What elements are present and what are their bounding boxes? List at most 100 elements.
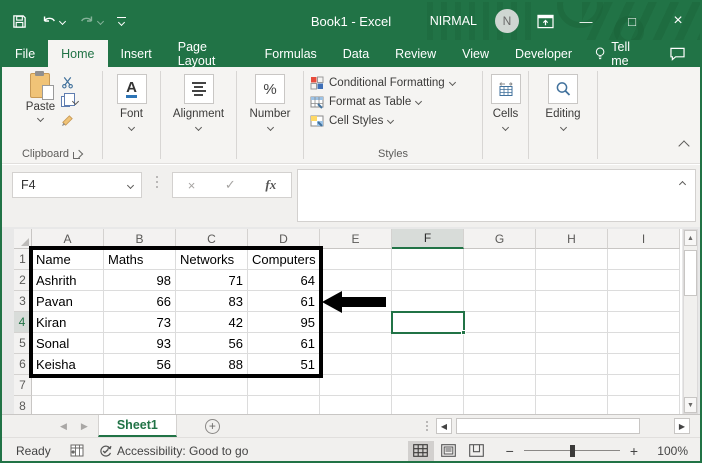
tell-me-box[interactable]: Tell me <box>585 40 655 67</box>
cell-E5[interactable] <box>320 333 392 354</box>
cell-E2[interactable] <box>320 270 392 291</box>
cells-button[interactable] <box>491 74 521 104</box>
column-header-F[interactable]: F <box>392 229 464 249</box>
cell-B3[interactable]: 66 <box>104 291 176 312</box>
account-name[interactable]: NIRMAL <box>430 14 477 28</box>
column-header-H[interactable]: H <box>536 229 608 249</box>
horizontal-scrollbar[interactable] <box>452 418 674 434</box>
cell-H1[interactable] <box>536 249 608 270</box>
cell-I4[interactable] <box>608 312 680 333</box>
tab-review[interactable]: Review <box>382 40 449 67</box>
paste-button[interactable]: Paste <box>26 73 55 127</box>
cell-A7[interactable] <box>32 375 104 396</box>
row-header-3[interactable]: 3 <box>14 291 32 312</box>
ribbon-display-options-icon[interactable] <box>537 14 554 29</box>
cell-D2[interactable]: 64 <box>248 270 320 291</box>
zoom-slider-thumb[interactable] <box>570 445 575 457</box>
tab-page-layout[interactable]: Page Layout <box>165 40 252 67</box>
zoom-out-button[interactable]: − <box>506 443 514 459</box>
cell-F5[interactable] <box>392 333 464 354</box>
cell-A8[interactable] <box>32 396 104 414</box>
cell-B6[interactable]: 56 <box>104 354 176 375</box>
cells-dropdown-icon[interactable] <box>502 124 509 131</box>
comments-button[interactable] <box>655 40 700 67</box>
row-header-7[interactable]: 7 <box>14 375 32 396</box>
tab-view[interactable]: View <box>449 40 502 67</box>
formula-input[interactable] <box>297 169 696 222</box>
normal-view-button[interactable] <box>408 441 434 461</box>
cell-A4[interactable]: Kiran <box>32 312 104 333</box>
cell-G5[interactable] <box>464 333 536 354</box>
format-as-table-button[interactable]: Format as Table <box>310 92 421 111</box>
cell-H3[interactable] <box>536 291 608 312</box>
tab-home[interactable]: Home <box>48 40 107 67</box>
scroll-up-button[interactable]: ▲ <box>684 230 697 246</box>
row-header-2[interactable]: 2 <box>14 270 32 291</box>
tab-insert[interactable]: Insert <box>108 40 165 67</box>
tab-formulas[interactable]: Formulas <box>252 40 330 67</box>
alignment-dropdown-icon[interactable] <box>195 124 202 131</box>
format-painter-button[interactable] <box>61 113 78 127</box>
scroll-left-button[interactable]: ◀ <box>436 418 452 434</box>
column-header-E[interactable]: E <box>320 229 392 249</box>
clipboard-dialog-launcher[interactable] <box>73 150 82 159</box>
cell-I8[interactable] <box>608 396 680 414</box>
cell-H5[interactable] <box>536 333 608 354</box>
cell-D8[interactable] <box>248 396 320 414</box>
cell-D4[interactable]: 95 <box>248 312 320 333</box>
column-header-D[interactable]: D <box>248 229 320 249</box>
undo-button[interactable] <box>41 14 65 28</box>
cell-I6[interactable] <box>608 354 680 375</box>
formula-bar-collapse-icon[interactable] <box>679 181 686 188</box>
cell-C5[interactable]: 56 <box>176 333 248 354</box>
cell-B2[interactable]: 98 <box>104 270 176 291</box>
column-header-I[interactable]: I <box>608 229 680 249</box>
column-header-A[interactable]: A <box>32 229 104 249</box>
cell-D6[interactable]: 51 <box>248 354 320 375</box>
redo-button[interactable] <box>79 14 103 28</box>
number-dropdown-icon[interactable] <box>266 124 273 131</box>
cell-C4[interactable]: 42 <box>176 312 248 333</box>
new-sheet-button[interactable]: + <box>205 415 220 437</box>
close-button[interactable]: × <box>664 12 692 30</box>
font-dropdown-icon[interactable] <box>128 124 135 131</box>
cell-I1[interactable] <box>608 249 680 270</box>
cell-E7[interactable] <box>320 375 392 396</box>
tab-data[interactable]: Data <box>330 40 382 67</box>
editing-button[interactable] <box>548 74 578 104</box>
conditional-formatting-button[interactable]: Conditional Formatting <box>310 73 455 92</box>
cell-H7[interactable] <box>536 375 608 396</box>
select-all-button[interactable] <box>14 229 32 249</box>
font-button[interactable]: A <box>117 74 147 104</box>
cell-G7[interactable] <box>464 375 536 396</box>
sheet-tab-sheet1[interactable]: Sheet1 <box>98 415 177 437</box>
horizontal-scroll-thumb[interactable] <box>456 418 640 434</box>
cell-B1[interactable]: Maths <box>104 249 176 270</box>
zoom-level[interactable]: 100% <box>648 444 688 458</box>
enter-button[interactable]: ✓ <box>225 177 236 193</box>
cell-H4[interactable] <box>536 312 608 333</box>
column-header-G[interactable]: G <box>464 229 536 249</box>
editing-dropdown-icon[interactable] <box>559 124 566 131</box>
cell-C3[interactable]: 83 <box>176 291 248 312</box>
cell-H6[interactable] <box>536 354 608 375</box>
avatar[interactable]: N <box>495 9 519 33</box>
cell-G3[interactable] <box>464 291 536 312</box>
vertical-scroll-thumb[interactable] <box>684 250 697 296</box>
cell-I7[interactable] <box>608 375 680 396</box>
copy-button[interactable] <box>61 94 78 108</box>
tab-developer[interactable]: Developer <box>502 40 585 67</box>
number-button[interactable]: % <box>255 74 285 104</box>
cell-F6[interactable] <box>392 354 464 375</box>
row-header-5[interactable]: 5 <box>14 333 32 354</box>
cell-B4[interactable]: 73 <box>104 312 176 333</box>
next-sheet-button[interactable]: ▶ <box>81 421 88 432</box>
column-header-B[interactable]: B <box>104 229 176 249</box>
cell-F2[interactable] <box>392 270 464 291</box>
scroll-down-button[interactable]: ▼ <box>684 397 697 413</box>
copy-dropdown-icon[interactable] <box>72 97 79 104</box>
cell-E1[interactable] <box>320 249 392 270</box>
macro-record-button[interactable] <box>70 444 84 457</box>
cell-I5[interactable] <box>608 333 680 354</box>
cell-B7[interactable] <box>104 375 176 396</box>
